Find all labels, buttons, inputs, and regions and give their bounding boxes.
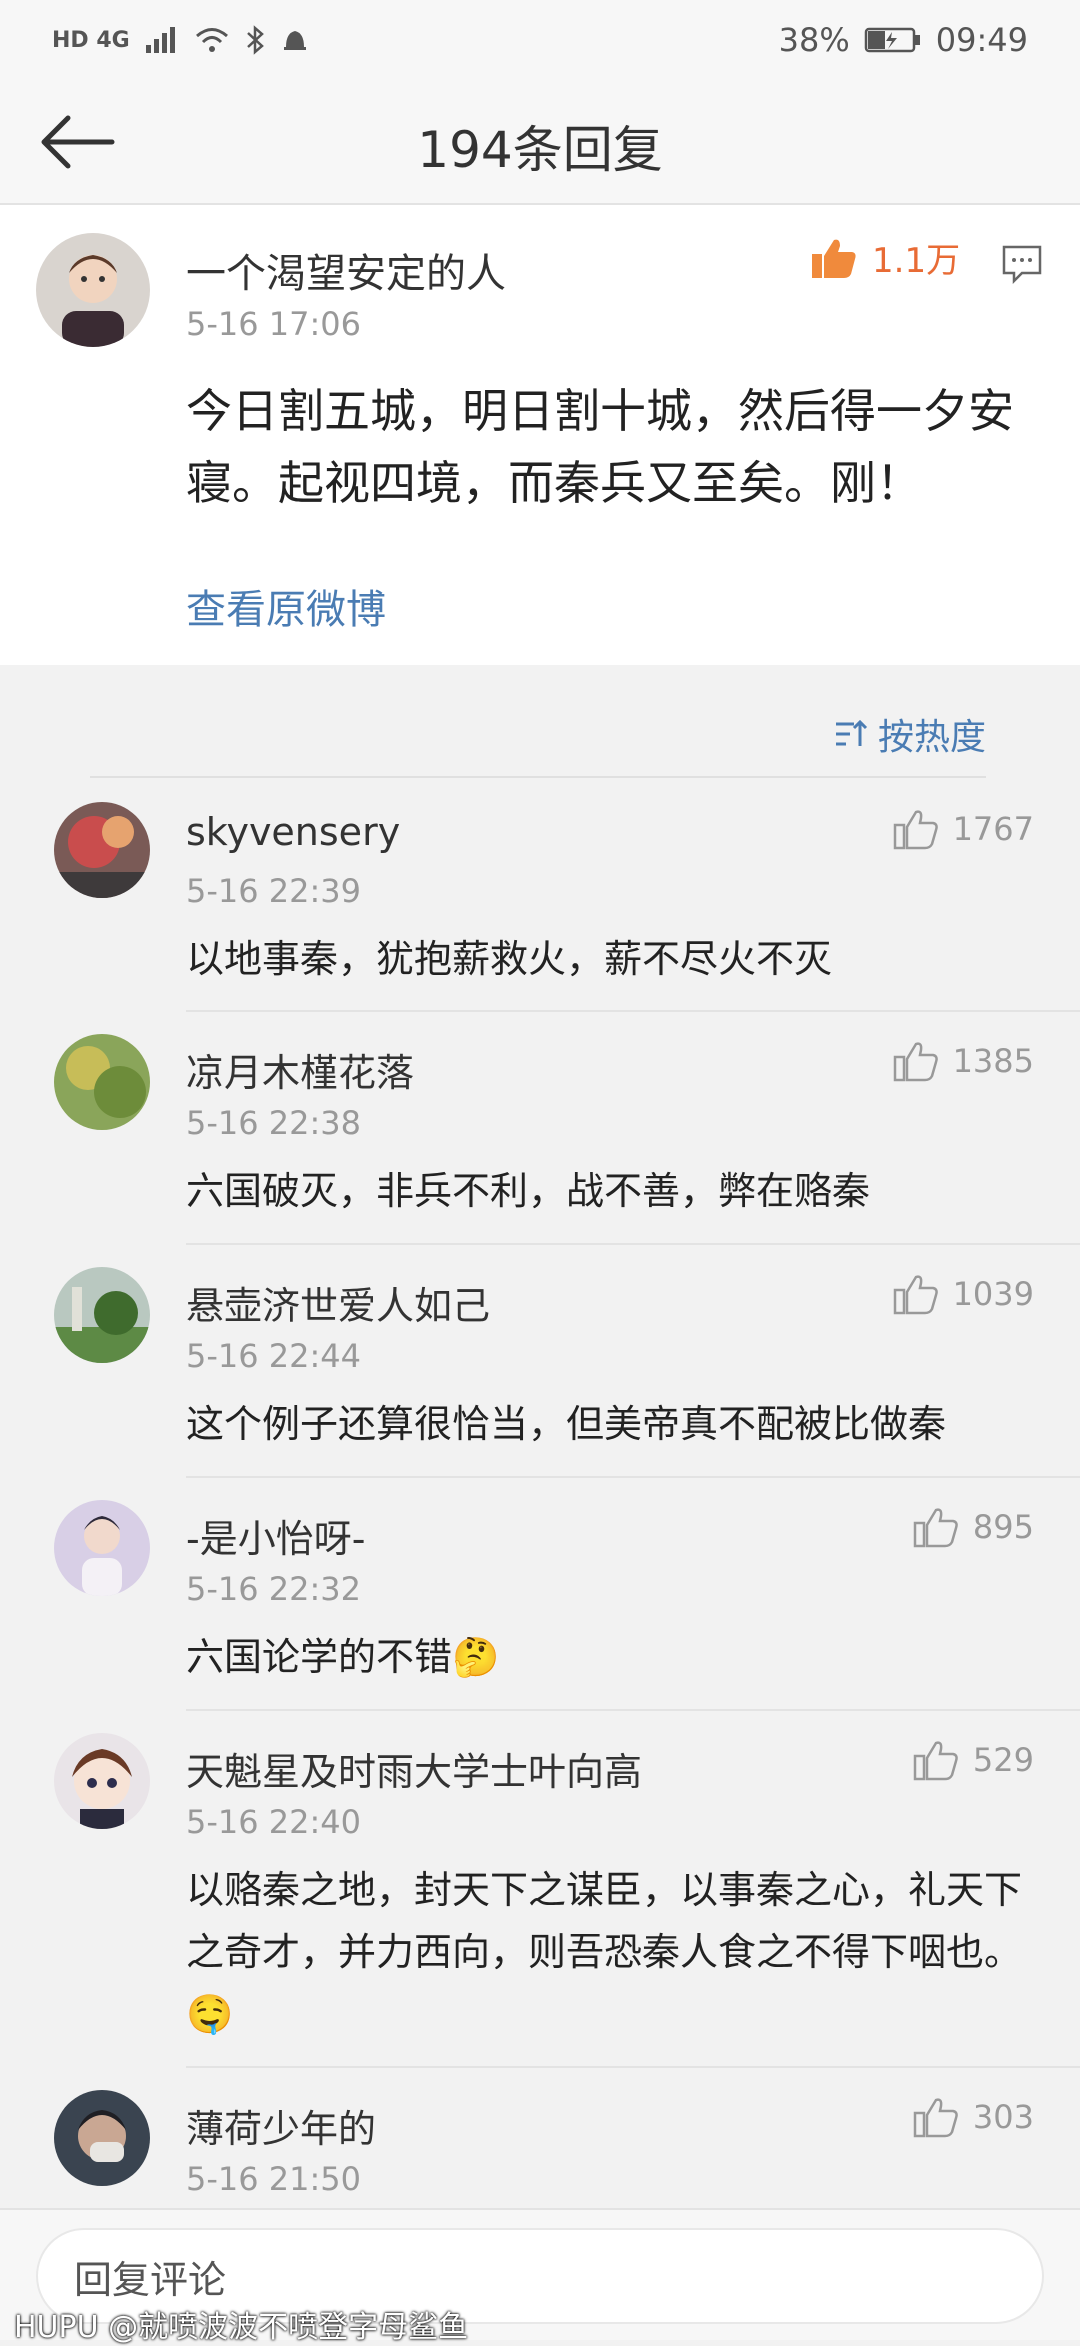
- comment-icon[interactable]: [1000, 241, 1044, 285]
- reply-text: 六国论学的不错🤔: [186, 1635, 500, 1679]
- avatar[interactable]: [54, 1034, 150, 1130]
- notification-bell-icon: [283, 31, 306, 50]
- post-time: 5-16 17:06: [186, 305, 362, 343]
- reply-like-button[interactable]: 895: [913, 1506, 1034, 1548]
- wifi-icon: [195, 28, 228, 52]
- reply-like-count: 895: [972, 1508, 1034, 1546]
- thumbs-up-icon: [893, 1275, 938, 1315]
- reply-time: 5-16 21:50: [186, 2160, 362, 2198]
- reply-time: 5-16 22:38: [186, 1104, 362, 1142]
- comment-text: 今日割五城，明日割十城，然后得一夕安寝。起视四境，而秦兵又至矣。刚！: [186, 384, 1014, 510]
- reply-like-count: 1385: [952, 1042, 1034, 1080]
- battery-percent: 38%: [778, 21, 850, 59]
- watermark: HUPU @就喷波波不喷登字母鲨鱼: [14, 2310, 469, 2345]
- sort-button[interactable]: 按热度: [834, 708, 986, 760]
- reply-list: skyvensery 5-16 22:39 1767 以地事秦，犹抱薪救火，薪不…: [0, 780, 1080, 2268]
- reply-like-button[interactable]: 529: [913, 1739, 1034, 1781]
- reply-text: 六国破灭，非兵不利，战不善，弊在赂秦: [186, 1169, 871, 1213]
- like-button[interactable]: 1.1万: [810, 233, 960, 282]
- network-indicator: HD 4G: [52, 27, 130, 53]
- reply-like-count: 1039: [952, 1275, 1034, 1313]
- avatar[interactable]: [36, 233, 150, 347]
- reply-author[interactable]: skyvensery: [186, 810, 400, 854]
- signal-icon: [145, 27, 175, 53]
- status-bar: HD 4G 38% 09:49: [0, 0, 1080, 80]
- view-original-link[interactable]: 查看原微博: [186, 577, 386, 635]
- reply-author[interactable]: 凉月木槿花落: [186, 1042, 414, 1097]
- reply-like-button[interactable]: 1385: [893, 1040, 1034, 1082]
- thumbs-up-icon: [893, 1042, 938, 1082]
- avatar[interactable]: [54, 2090, 150, 2186]
- reply-time: 5-16 22:32: [186, 1570, 362, 1608]
- thumbs-up-icon: [913, 1508, 958, 1548]
- reply-author[interactable]: 天魁星及时雨大学士叶向高: [186, 1741, 642, 1796]
- original-comment: 一个渴望安定的人 5-16 17:06 1.1万 今日割五城，明日割十城，然后得…: [0, 205, 1080, 665]
- thumbs-up-icon: [812, 239, 856, 278]
- reply-time: 5-16 22:39: [186, 872, 362, 910]
- thumbs-up-icon: [913, 1741, 958, 1781]
- reply-like-button[interactable]: 303: [913, 2096, 1034, 2138]
- list-item: 天魁星及时雨大学士叶向高 5-16 22:40 529 以赂秦之地，封天下之谋臣…: [54, 1711, 1080, 2068]
- reply-like-button[interactable]: 1767: [893, 808, 1034, 850]
- thumbs-up-icon: [893, 810, 938, 850]
- page-title: 194条回复: [417, 121, 663, 179]
- like-count: 1.1万: [872, 241, 961, 281]
- reply-like-button[interactable]: 1039: [893, 1273, 1034, 1315]
- avatar[interactable]: [54, 802, 150, 898]
- reply-like-count: 529: [972, 1741, 1034, 1779]
- reply-text: 以赂秦之地，封天下之谋臣，以事秦之心，礼天下之奇才，并力西向，则吾恐秦人食之不得…: [186, 1868, 1023, 2036]
- reply-text: 以地事秦，犹抱薪救火，薪不尽火不灭: [186, 937, 833, 981]
- sort-bar: 按热度: [90, 668, 986, 778]
- sort-icon: [835, 719, 868, 746]
- clock: 09:49: [935, 21, 1028, 59]
- reply-time: 5-16 22:40: [186, 1803, 362, 1841]
- battery-charging-icon: [864, 27, 920, 53]
- reply-like-count: 303: [972, 2098, 1034, 2136]
- list-item: 悬壶济世爱人如己 5-16 22:44 1039 这个例子还算很恰当，但美帝真不…: [54, 1245, 1080, 1478]
- reply-text: 这个例子还算很恰当，但美帝真不配被比做秦: [186, 1402, 947, 1446]
- reply-author[interactable]: 悬壶济世爱人如己: [186, 1275, 490, 1330]
- reply-author[interactable]: -是小怡呀-: [186, 1508, 365, 1563]
- sort-label: 按热度: [877, 717, 986, 758]
- avatar[interactable]: [54, 1267, 150, 1363]
- thumbs-up-icon: [913, 2098, 958, 2138]
- reply-time: 5-16 22:44: [186, 1337, 362, 1375]
- author-name[interactable]: 一个渴望安定的人: [186, 241, 506, 299]
- list-item: -是小怡呀- 5-16 22:32 895 六国论学的不错🤔: [54, 1478, 1080, 1711]
- reply-like-count: 1767: [952, 810, 1034, 848]
- list-item: 凉月木槿花落 5-16 22:38 1385 六国破灭，非兵不利，战不善，弊在赂…: [54, 1012, 1080, 1245]
- avatar[interactable]: [54, 1500, 150, 1596]
- list-item: skyvensery 5-16 22:39 1767 以地事秦，犹抱薪救火，薪不…: [54, 780, 1080, 1012]
- bluetooth-icon: [246, 25, 264, 55]
- reply-author[interactable]: 薄荷少年的: [186, 2098, 376, 2153]
- nav-bar: 194条回复: [0, 80, 1080, 205]
- avatar[interactable]: [54, 1733, 150, 1829]
